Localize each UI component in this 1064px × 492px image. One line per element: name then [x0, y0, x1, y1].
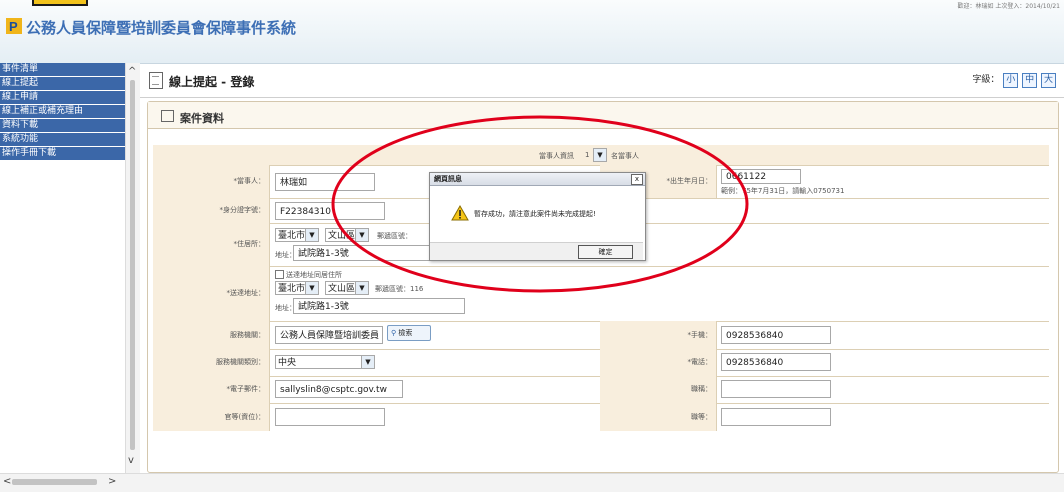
document-icon	[149, 72, 163, 89]
sidebar-item-system[interactable]: 系統功能	[0, 133, 125, 147]
mail-city-select[interactable]: 臺北市 ▼	[275, 281, 319, 295]
logo-icon: P	[6, 18, 22, 34]
mail-label: *送達地址：	[153, 266, 270, 321]
horizontal-scrollbar-thumb[interactable]	[12, 479, 97, 485]
sidebar-item-online-apply[interactable]: 線上申請	[0, 91, 125, 105]
phone-input[interactable]: 0928536840	[721, 353, 831, 371]
page-header: 線上提起 - 登錄 字級： 小 中 大	[140, 63, 1064, 98]
job-title-input[interactable]	[721, 380, 831, 398]
scroll-left-icon[interactable]: <	[3, 476, 11, 487]
user-info-text: 歡迎：林瑞如 上次登入：2014/10/21	[957, 3, 1061, 10]
font-large-button[interactable]: 大	[1041, 73, 1056, 88]
sidebar-item-event-list[interactable]: 事件清單	[0, 63, 125, 77]
phone-label: *電話：	[600, 349, 717, 376]
grade-label: 職等：	[600, 403, 717, 431]
search-icon: ⚲	[391, 329, 397, 337]
mobile-input[interactable]: 0928536840	[721, 326, 831, 344]
scroll-down-icon[interactable]: v	[128, 455, 134, 466]
email-label: *電子郵件：	[153, 376, 270, 403]
sidebar-item-supplement[interactable]: 線上補正或補充理由	[0, 105, 125, 119]
system-title: 公務人員保障暨培訓委員會保障事件系統	[26, 19, 297, 37]
search-button[interactable]: ⚲ 檢索	[387, 325, 431, 341]
residence-city-select[interactable]: 臺北市 ▼	[275, 228, 319, 242]
font-size-control: 字級： 小 中 大	[972, 72, 1056, 88]
sidebar-item-download[interactable]: 資料下載	[0, 119, 125, 133]
horizontal-scrollbar[interactable]: < >	[0, 473, 1064, 492]
form-row-email: *電子郵件： sallyslin8@csptc.gov.tw 職稱：	[153, 376, 1049, 404]
form-row-agency: 服務機關： 公務人員保障暨培訓委員 ⚲ 檢索 *手機： 0928536840	[153, 321, 1049, 350]
svg-text:P: P	[9, 19, 18, 34]
mobile-label: *手機：	[600, 321, 717, 349]
annotation-ellipse	[331, 115, 749, 293]
scroll-right-icon[interactable]: >	[108, 476, 116, 487]
agency-category-value: 中央	[278, 358, 297, 368]
font-small-button[interactable]: 小	[1003, 73, 1019, 88]
sidebar-item-online-file[interactable]: 線上提起	[0, 77, 125, 91]
font-medium-button[interactable]: 中	[1022, 73, 1038, 88]
rank-input[interactable]	[275, 408, 385, 426]
email-input[interactable]: sallyslin8@csptc.gov.tw	[275, 380, 403, 398]
agency-category-select[interactable]: 中央 ▼	[275, 355, 375, 369]
mail-address-input[interactable]: 試院路1-3號	[293, 298, 465, 314]
agency-category-label: 服務機關類別：	[153, 349, 270, 376]
chevron-down-icon: ▼	[305, 282, 318, 294]
same-address-checkbox[interactable]	[275, 270, 284, 279]
residence-city-value: 臺北市	[278, 231, 306, 241]
panel-icon	[161, 110, 174, 122]
scrollbar-thumb[interactable]	[130, 80, 135, 450]
page-title: 線上提起 - 登錄	[169, 75, 255, 89]
panel-title: 案件資料	[180, 112, 224, 125]
agency-input[interactable]: 公務人員保障暨培訓委員	[275, 326, 383, 344]
top-tab-marker	[32, 0, 88, 6]
mail-city-value: 臺北市	[278, 284, 306, 294]
chevron-down-icon: ▼	[305, 229, 318, 241]
id-label: *身分證字號：	[153, 198, 270, 223]
residence-label: *住居所：	[153, 223, 270, 266]
scroll-up-icon[interactable]: ^	[128, 66, 136, 77]
sidebar-item-manual[interactable]: 操作手冊下載	[0, 147, 125, 161]
rank-label: 官等(資位)：	[153, 403, 270, 431]
grade-input[interactable]	[721, 408, 831, 426]
job-title-label: 職稱：	[600, 376, 717, 403]
agency-label: 服務機關：	[153, 321, 270, 349]
form-row-rank: 官等(資位)： 職等：	[153, 403, 1049, 431]
chevron-down-icon: ▼	[361, 356, 374, 368]
font-size-label: 字級：	[972, 75, 1000, 85]
app-header: 歡迎：林瑞如 上次登入：2014/10/21 P 公務人員保障暨培訓委員會保障事…	[0, 0, 1064, 64]
sidebar-menu: 事件清單 線上提起 線上申請 線上補正或補充理由 資料下載 系統功能 操作手冊下…	[0, 63, 125, 472]
name-label: *當事人：	[153, 165, 270, 198]
form-row-agency-cat: 服務機關類別： 中央 ▼ *電話： 0928536840	[153, 349, 1049, 377]
search-button-label: 檢索	[398, 329, 413, 337]
